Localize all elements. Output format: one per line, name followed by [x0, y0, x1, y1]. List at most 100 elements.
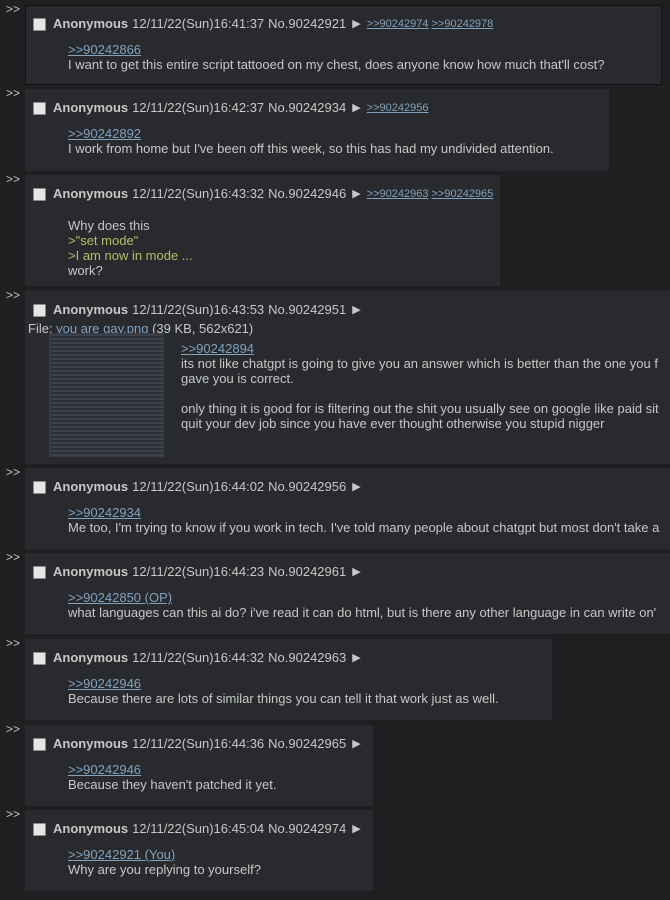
post-message: >>90242850 (OP) what languages can this a…: [68, 590, 656, 620]
post-date: 12/11/22(Sun)16:44:23: [132, 564, 265, 579]
post-menu-icon[interactable]: ▶: [352, 185, 360, 203]
message-line: only thing it is good for is filtering o…: [181, 401, 659, 416]
post-checkbox[interactable]: [33, 101, 46, 115]
message-line: Because there are lots of similar things…: [68, 691, 499, 706]
poster-name: Anonymous: [53, 821, 129, 836]
post-info: Anonymous 12/11/22(Sun)16:44:02 No.9024295…: [33, 478, 367, 496]
post-number[interactable]: No.90242946: [268, 185, 346, 203]
reply-arrows: >>: [6, 288, 21, 302]
post-info: Anonymous 12/11/22(Sun)16:45:04 No.9024297…: [33, 820, 367, 838]
post-message: >>90242934 Me too, I'm trying to know if …: [68, 505, 659, 535]
reply-arrows: >>: [6, 636, 21, 650]
file-thumbnail[interactable]: [49, 333, 164, 457]
reply-post: Anonymous 12/11/22(Sun)16:44:02 No.9024295…: [25, 468, 670, 549]
post-info: Anonymous 12/11/22(Sun)16:43:32 No.9024294…: [33, 185, 496, 203]
post-info: Anonymous 12/11/22(Sun)16:44:36 No.9024296…: [33, 735, 367, 753]
post-date: 12/11/22(Sun)16:43:32: [132, 186, 265, 201]
backlink[interactable]: >>90242974: [367, 15, 429, 33]
reply-post: Anonymous 12/11/22(Sun)16:43:32 No.9024294…: [25, 175, 500, 286]
post-checkbox[interactable]: [33, 651, 46, 665]
message-line: what languages can this ai do? i've read…: [68, 605, 657, 620]
post-date: 12/11/22(Sun)16:45:04: [132, 821, 265, 836]
post-date: 12/11/22(Sun)16:41:37: [132, 16, 265, 31]
poster-name: Anonymous: [53, 16, 129, 31]
reply-arrows: >>: [6, 550, 21, 564]
quote-link[interactable]: >>90242946: [68, 762, 276, 777]
quote-link[interactable]: >>90242946: [68, 676, 499, 691]
message-line: I want to get this entire script tattooe…: [68, 57, 605, 72]
post-menu-icon[interactable]: ▶: [352, 563, 360, 581]
post-checkbox[interactable]: [33, 737, 46, 751]
post-date: 12/11/22(Sun)16:44:32: [132, 650, 265, 665]
post-number[interactable]: No.90242934: [268, 99, 346, 117]
quote-link[interactable]: >>90242894: [181, 341, 659, 356]
greentext-line: >"set mode": [68, 233, 139, 248]
message-line: Why are you replying to yourself?: [68, 862, 261, 877]
post-checkbox[interactable]: [33, 187, 46, 201]
reply-arrows: >>: [6, 172, 21, 186]
reply-arrows: >>: [6, 86, 21, 100]
reply-post: Anonymous 12/11/22(Sun)16:45:04 No.9024297…: [25, 810, 373, 891]
reply-arrows: >>: [6, 2, 21, 16]
post-checkbox[interactable]: [33, 303, 46, 317]
poster-name: Anonymous: [53, 479, 129, 494]
post-message: >>90242866 I want to get this entire scri…: [68, 42, 605, 72]
poster-name: Anonymous: [53, 564, 129, 579]
post-number[interactable]: No.90242963: [268, 649, 346, 667]
post-message: >>90242892 I work from home but I've been…: [68, 126, 554, 156]
post-message: >>90242921 (You) Why are you replying to …: [68, 847, 261, 877]
message-line: Why does this: [68, 218, 150, 233]
post-message: >>90242946 Because there are lots of simi…: [68, 676, 499, 706]
reply-post: Anonymous 12/11/22(Sun)16:41:37 No.9024292…: [25, 5, 662, 85]
reply-post: Anonymous 12/11/22(Sun)16:42:37 No.9024293…: [25, 89, 609, 171]
post-message: >>90242946 Because they haven't patched i…: [68, 762, 276, 792]
reply-post: Anonymous 12/11/22(Sun)16:44:23 No.9024296…: [25, 553, 670, 634]
backlink[interactable]: >>90242978: [432, 15, 494, 33]
post-number[interactable]: No.90242956: [268, 478, 346, 496]
post-menu-icon[interactable]: ▶: [352, 15, 360, 33]
quote-link[interactable]: >>90242866: [68, 42, 605, 57]
poster-name: Anonymous: [53, 100, 129, 115]
reply-post: Anonymous 12/11/22(Sun)16:43:53 No.9024295…: [25, 291, 670, 464]
post-date: 12/11/22(Sun)16:44:36: [132, 736, 265, 751]
post-message: Why does this >"set mode" >I am now in mod…: [68, 218, 193, 278]
post-menu-icon[interactable]: ▶: [352, 301, 360, 319]
backlink[interactable]: >>90242956: [367, 99, 429, 117]
post-message: >>90242894 its not like chatgpt is going …: [181, 341, 659, 431]
reply-arrows: >>: [6, 807, 21, 821]
post-menu-icon[interactable]: ▶: [352, 820, 360, 838]
quote-link[interactable]: >>90242934: [68, 505, 659, 520]
post-checkbox[interactable]: [33, 17, 46, 31]
post-checkbox[interactable]: [33, 565, 46, 579]
post-menu-icon[interactable]: ▶: [352, 735, 360, 753]
post-info: Anonymous 12/11/22(Sun)16:44:23 No.9024296…: [33, 563, 367, 581]
post-info: Anonymous 12/11/22(Sun)16:43:53 No.9024295…: [33, 301, 367, 319]
poster-name: Anonymous: [53, 650, 129, 665]
post-number[interactable]: No.90242921: [268, 15, 346, 33]
quote-link[interactable]: >>90242850 (OP): [68, 590, 656, 605]
post-checkbox[interactable]: [33, 480, 46, 494]
post-number[interactable]: No.90242961: [268, 563, 346, 581]
post-number[interactable]: No.90242951: [268, 301, 346, 319]
message-line: Me too, I'm trying to know if you work i…: [68, 520, 660, 535]
backlink[interactable]: >>90242963: [367, 185, 429, 203]
greentext-line: >I am now in mode ...: [68, 248, 193, 263]
message-line: work?: [68, 263, 103, 278]
post-number[interactable]: No.90242965: [268, 735, 346, 753]
quote-link[interactable]: >>90242921 (You): [68, 847, 261, 862]
post-menu-icon[interactable]: ▶: [352, 649, 360, 667]
post-menu-icon[interactable]: ▶: [352, 99, 360, 117]
post-number[interactable]: No.90242974: [268, 820, 346, 838]
post-menu-icon[interactable]: ▶: [352, 478, 360, 496]
post-date: 12/11/22(Sun)16:42:37: [132, 100, 265, 115]
post-checkbox[interactable]: [33, 822, 46, 836]
reply-post: Anonymous 12/11/22(Sun)16:44:36 No.9024296…: [25, 725, 373, 806]
reply-post: Anonymous 12/11/22(Sun)16:44:32 No.9024296…: [25, 639, 552, 720]
file-meta: (39 KB, 562x621): [148, 321, 254, 336]
reply-arrows: >>: [6, 465, 21, 479]
message-line: Because they haven't patched it yet.: [68, 777, 277, 792]
post-date: 12/11/22(Sun)16:43:53: [132, 302, 265, 317]
backlink[interactable]: >>90242965: [432, 185, 494, 203]
quote-link[interactable]: >>90242892: [68, 126, 554, 141]
reply-arrows: >>: [6, 722, 21, 736]
